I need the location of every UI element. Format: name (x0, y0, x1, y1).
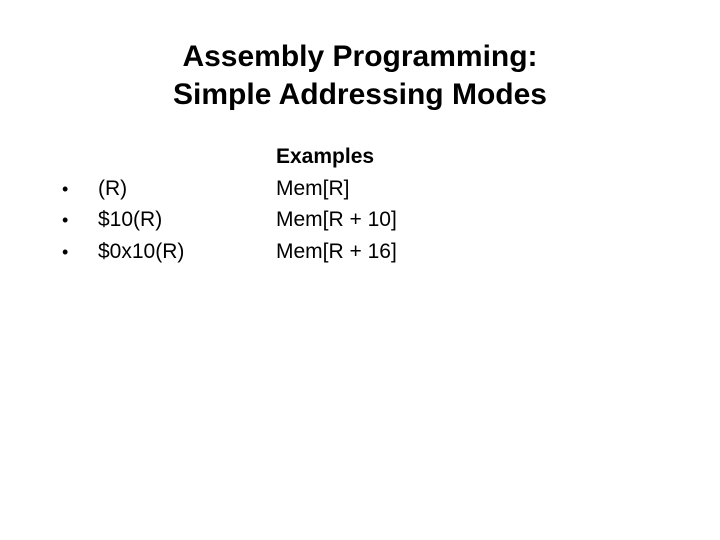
slide: Assembly Programming: Simple Addressing … (0, 0, 720, 540)
addressing-meaning: Mem[R + 10] (276, 204, 720, 236)
slide-body: Examples • (R) Mem[R] • $10(R) Mem[R + 1… (0, 141, 720, 267)
bullet-icon: • (62, 176, 98, 203)
list-item: • (R) Mem[R] (62, 173, 720, 205)
examples-heading: Examples (276, 141, 720, 173)
list-item: • $10(R) Mem[R + 10] (62, 204, 720, 236)
slide-title: Assembly Programming: Simple Addressing … (60, 38, 660, 113)
addressing-mode: $10(R) (98, 204, 276, 236)
addressing-mode: (R) (98, 173, 276, 205)
bullet-icon: • (62, 207, 98, 234)
title-line-2: Simple Addressing Modes (60, 76, 660, 114)
addressing-meaning: Mem[R + 16] (276, 236, 720, 268)
addressing-meaning: Mem[R] (276, 173, 720, 205)
bullet-icon: • (62, 239, 98, 266)
list-item: • $0x10(R) Mem[R + 16] (62, 236, 720, 268)
title-line-1: Assembly Programming: (60, 38, 660, 76)
addressing-mode: $0x10(R) (98, 236, 276, 268)
